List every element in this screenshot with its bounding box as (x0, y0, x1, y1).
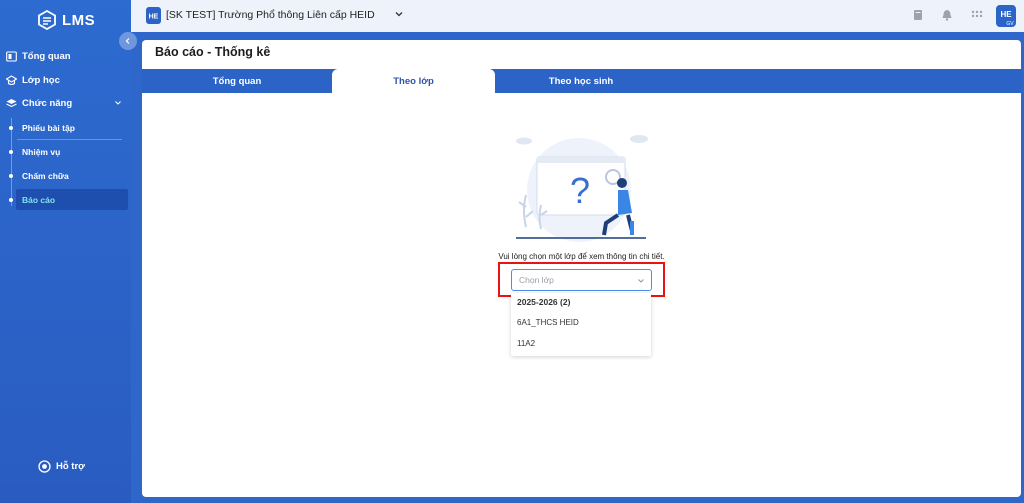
layers-icon (6, 99, 17, 108)
chevron-down-icon[interactable] (114, 99, 122, 107)
lms-logo-icon (38, 10, 56, 30)
chevron-left-icon (125, 38, 130, 44)
submenu-line (11, 118, 12, 206)
chevron-down-icon (638, 279, 644, 283)
sidebar-item-overview[interactable]: Tổng quan (6, 51, 71, 62)
bell-icon[interactable] (941, 9, 953, 21)
tab-by-class[interactable]: Theo lớp (332, 69, 495, 93)
submenu-dot (9, 126, 13, 130)
support-button[interactable]: Hỗ trợ (38, 460, 85, 473)
svg-text:GV: GV (1006, 21, 1014, 27)
class-select[interactable]: Chọn lớp (511, 269, 652, 291)
class-select-placeholder: Chọn lớp (519, 275, 554, 285)
class-dropdown-menu: 2025-2026 (2) 6A1_THCS HEID 11A2 (511, 293, 651, 356)
sidebar-item-functions[interactable]: Chức năng (6, 98, 72, 109)
book-icon[interactable] (912, 9, 924, 21)
sidebar: LMS Tổng quan Lớp học Chức năng Phiếu bà… (0, 0, 131, 503)
class-icon (6, 75, 17, 86)
dropdown-option-6a1[interactable]: 6A1_THCS HEID (517, 318, 579, 327)
submenu-dot (9, 174, 13, 178)
school-selector[interactable]: [SK TEST] Trường Phổ thông Liên cấp HEID (166, 9, 375, 21)
app-logo[interactable]: LMS (38, 10, 95, 30)
chevron-down-icon[interactable] (394, 9, 404, 19)
sidebar-item-classes[interactable]: Lớp học (6, 75, 60, 86)
tab-by-student[interactable]: Theo học sinh (495, 69, 667, 93)
empty-state-illustration: ? (516, 135, 648, 242)
sidebar-subitem-reports[interactable]: Báo cáo (22, 195, 55, 205)
dropdown-option-11a2[interactable]: 11A2 (517, 339, 535, 348)
apps-grid-icon[interactable] (971, 9, 983, 21)
tab-bar: Tổng quan Theo lớp Theo học sinh (142, 69, 1021, 93)
topbar: HE [SK TEST] Trường Phổ thông Liên cấp H… (131, 0, 1024, 32)
headset-icon (38, 460, 51, 473)
svg-text:?: ? (570, 170, 590, 211)
svg-text:HE: HE (149, 14, 159, 21)
submenu-dot (9, 198, 13, 202)
user-avatar[interactable]: HE GV (996, 5, 1016, 27)
sidebar-subitem-tasks[interactable]: Nhiệm vụ (22, 147, 60, 157)
sidebar-item-label: Chức năng (22, 98, 73, 109)
sidebar-subitem-grading[interactable]: Chấm chữa (22, 171, 69, 181)
main-content: Báo cáo - Thống kê Tổng quan Theo lớp Th… (142, 40, 1021, 497)
empty-state-message: Vui lòng chọn một lớp để xem thông tin c… (498, 252, 665, 261)
sidebar-item-label: Tổng quan (22, 51, 71, 62)
collapse-sidebar-button[interactable] (119, 32, 137, 50)
page-title: Báo cáo - Thống kê (155, 45, 271, 59)
support-label: Hỗ trợ (56, 461, 85, 472)
dropdown-group-label: 2025-2026 (2) (517, 297, 571, 307)
school-logo-icon: HE (146, 7, 161, 24)
divider (17, 139, 122, 140)
app-name: LMS (62, 11, 96, 29)
submenu-dot (9, 150, 13, 154)
sidebar-item-label: Lớp học (22, 75, 60, 86)
tab-overview[interactable]: Tổng quan (142, 69, 332, 93)
dashboard-icon (6, 51, 17, 62)
svg-text:HE: HE (1000, 10, 1012, 19)
sidebar-subitem-worksheets[interactable]: Phiếu bài tập (22, 123, 75, 133)
